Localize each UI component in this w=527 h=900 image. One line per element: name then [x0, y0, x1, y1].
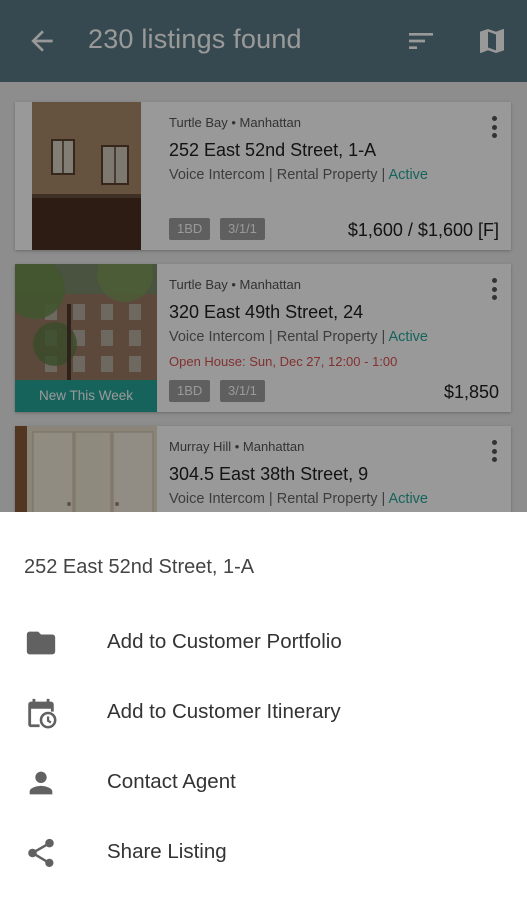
folder-icon — [26, 631, 56, 655]
person-icon — [29, 771, 53, 795]
sheet-title: 252 East 52nd Street, 1-A — [24, 556, 255, 578]
bottom-sheet: 252 East 52nd Street, 1-A Add to Custome… — [0, 512, 527, 900]
add-to-itinerary-item[interactable]: Add to Customer Itinerary — [0, 678, 527, 748]
modal-scrim[interactable] — [0, 0, 527, 512]
share-icon — [28, 838, 54, 868]
contact-agent-item[interactable]: Contact Agent — [0, 748, 527, 818]
calendar-clock-icon — [28, 698, 57, 729]
add-to-portfolio-item[interactable]: Add to Customer Portfolio — [0, 608, 527, 678]
share-listing-item[interactable]: Share Listing — [0, 818, 527, 888]
item-label: Add to Customer Portfolio — [107, 630, 342, 653]
item-label: Add to Customer Itinerary — [107, 700, 341, 723]
item-label: Share Listing — [107, 840, 227, 863]
item-label: Contact Agent — [107, 770, 236, 793]
